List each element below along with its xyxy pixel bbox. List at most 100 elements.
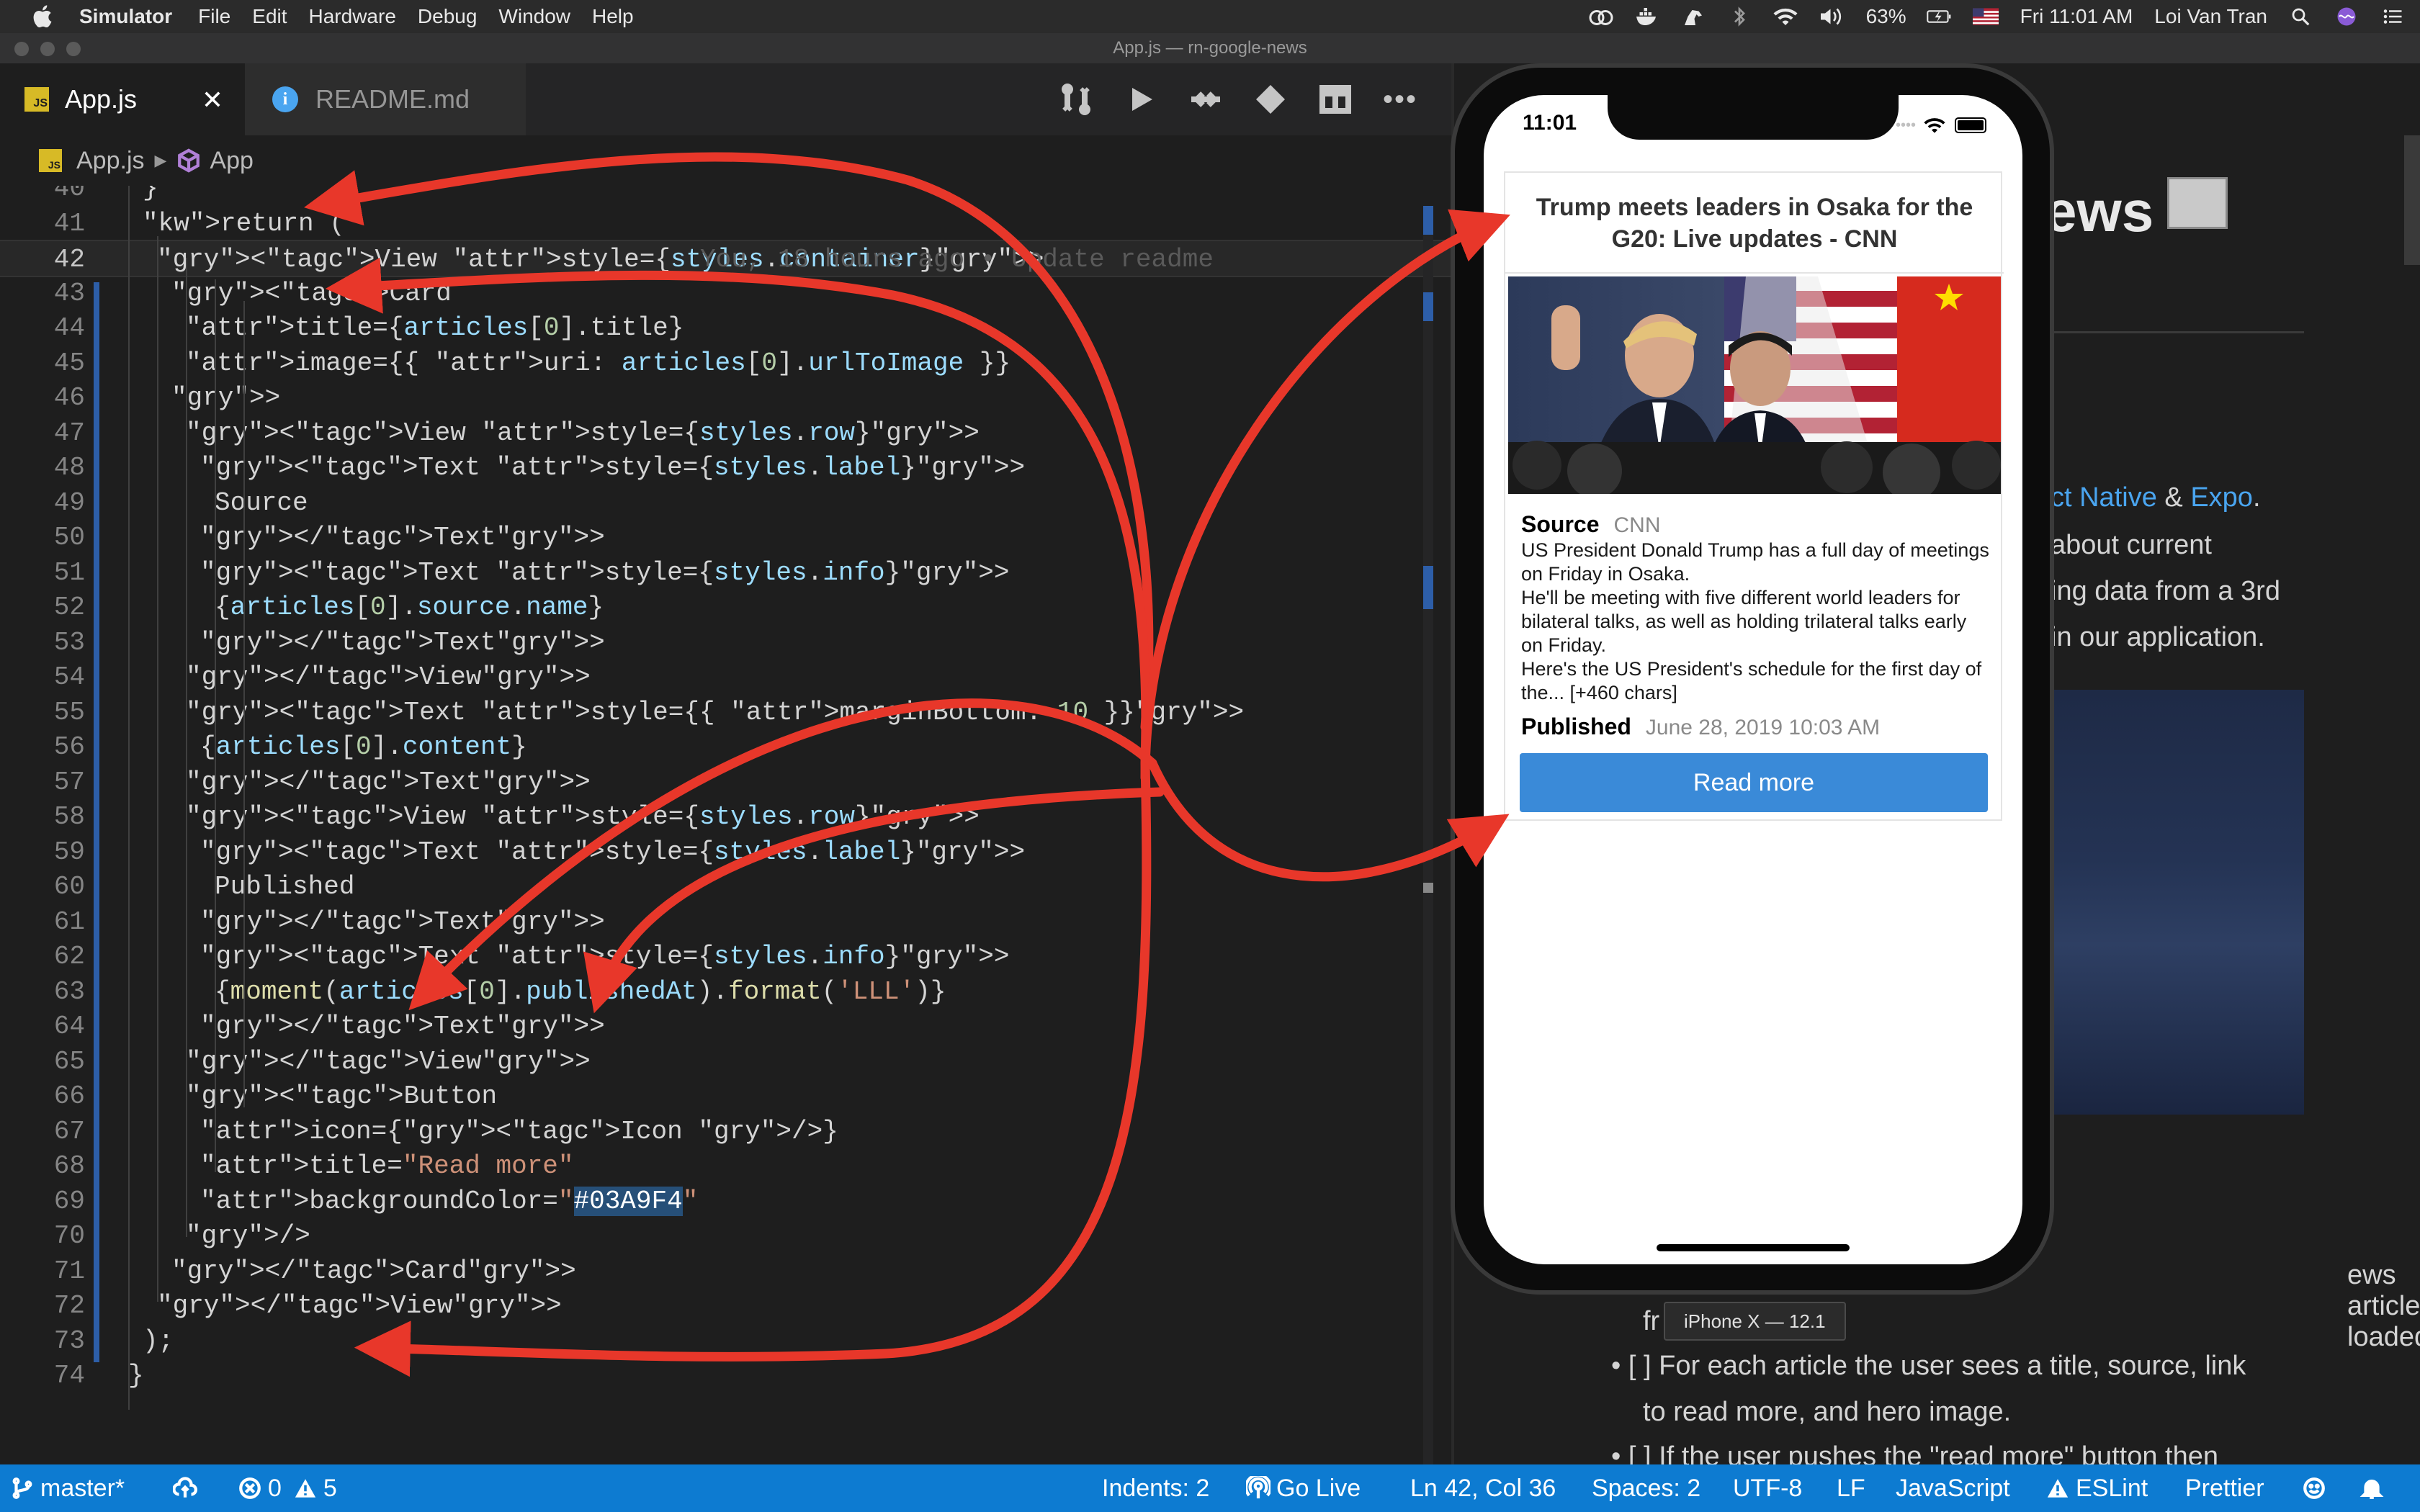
code-line[interactable]: 69 "attr">backgroundColor="#03A9F4": [0, 1183, 1451, 1220]
line-number[interactable]: 63: [0, 973, 85, 1011]
code-line[interactable]: 43 "gry"><"tagc">Card: [0, 275, 1451, 312]
open-changes-icon[interactable]: [1059, 82, 1093, 117]
cursor-position[interactable]: Ln 42, Col 36: [1410, 1464, 1556, 1512]
bluetooth-icon[interactable]: [1726, 6, 1752, 27]
line-number[interactable]: 48: [0, 449, 85, 487]
line-number[interactable]: 46: [0, 379, 85, 417]
line-number[interactable]: 73: [0, 1323, 85, 1360]
us-flag-icon[interactable]: [1972, 6, 1999, 27]
siri-icon[interactable]: [2334, 6, 2360, 27]
code-line[interactable]: 54 "gry"></"tagc">View"gry">>: [0, 659, 1451, 696]
line-number[interactable]: 61: [0, 904, 85, 941]
code-line[interactable]: 46 "gry">>: [0, 379, 1451, 417]
code-line[interactable]: 51 "gry"><"tagc">Text "attr">style={style…: [0, 554, 1451, 592]
overview-ruler[interactable]: [1423, 206, 1433, 1466]
line-number[interactable]: 65: [0, 1043, 85, 1081]
line-number[interactable]: 58: [0, 798, 85, 836]
read-more-button[interactable]: Read more: [1520, 753, 1988, 812]
problems-indicator[interactable]: 0 5: [238, 1464, 337, 1512]
menubar-clock[interactable]: Fri 11:01 AM: [2020, 5, 2133, 28]
line-number[interactable]: 50: [0, 519, 85, 557]
line-number[interactable]: 72: [0, 1287, 85, 1325]
creative-cloud-icon[interactable]: [1588, 6, 1614, 27]
tab-readme[interactable]: i README.md: [245, 63, 526, 135]
line-number[interactable]: 45: [0, 345, 85, 382]
tab-app-js[interactable]: JS App.js ✕: [0, 63, 245, 135]
line-number[interactable]: 43: [0, 275, 85, 312]
close-tab-icon[interactable]: ✕: [202, 85, 223, 115]
line-number[interactable]: 64: [0, 1008, 85, 1045]
volume-icon[interactable]: [1819, 6, 1845, 27]
line-number[interactable]: 52: [0, 589, 85, 626]
code-line[interactable]: 52 {articles[0].source.name}: [0, 589, 1451, 626]
code-line[interactable]: 57 "gry"></"tagc">Text"gry">>: [0, 764, 1451, 801]
split-editor-icon[interactable]: [1318, 82, 1353, 117]
git-lens-icon[interactable]: [1253, 82, 1288, 117]
eslint-status[interactable]: ESLint: [2045, 1464, 2148, 1512]
line-number[interactable]: 59: [0, 834, 85, 871]
zoom-window-button[interactable]: [66, 42, 81, 56]
code-line[interactable]: 65 "gry"></"tagc">View"gry">>: [0, 1043, 1451, 1081]
language-mode[interactable]: JavaScript: [1896, 1464, 2010, 1512]
code-line[interactable]: 61 "gry"></"tagc">Text"gry">>: [0, 904, 1451, 941]
line-number[interactable]: 41: [0, 205, 85, 243]
line-number[interactable]: 53: [0, 624, 85, 662]
line-number[interactable]: 55: [0, 694, 85, 732]
run-icon[interactable]: [1124, 82, 1158, 117]
code-line[interactable]: 50 "gry"></"tagc">Text"gry">>: [0, 519, 1451, 557]
menu-hardware[interactable]: Hardware: [309, 5, 396, 28]
line-number[interactable]: 62: [0, 938, 85, 976]
notifications-button[interactable]: [2360, 1464, 2390, 1512]
react-native-link[interactable]: ct Native: [2051, 482, 2157, 513]
line-number[interactable]: 42: [0, 241, 85, 279]
code-line[interactable]: 41 "kw">return (: [0, 205, 1451, 243]
code-line[interactable]: 44 "attr">title={articles[0].title}: [0, 310, 1451, 347]
code-line[interactable]: 56 {articles[0].content}: [0, 729, 1451, 766]
code-line[interactable]: 64 "gry"></"tagc">Text"gry">>: [0, 1008, 1451, 1045]
code-line[interactable]: 70 "gry">/>: [0, 1218, 1451, 1255]
git-compare-icon[interactable]: [1188, 82, 1223, 117]
menu-help[interactable]: Help: [592, 5, 634, 28]
minimize-window-button[interactable]: [40, 42, 55, 56]
expo-link[interactable]: Expo: [2190, 482, 2253, 513]
line-number[interactable]: 49: [0, 485, 85, 522]
docker-icon[interactable]: [1634, 6, 1660, 27]
menu-file[interactable]: File: [198, 5, 230, 28]
code-line[interactable]: 62 "gry"><"tagc">Text "attr">style={style…: [0, 938, 1451, 976]
menu-edit[interactable]: Edit: [252, 5, 287, 28]
code-line[interactable]: 60 Published: [0, 868, 1451, 906]
code-line[interactable]: 72 "gry"></"tagc">View"gry">>: [0, 1287, 1451, 1325]
line-number[interactable]: 70: [0, 1218, 85, 1255]
code-line[interactable]: 66 "gry"><"tagc">Button: [0, 1078, 1451, 1115]
git-modified-gutter[interactable]: [94, 282, 99, 1362]
breadcrumb-file[interactable]: App.js: [76, 147, 145, 175]
close-window-button[interactable]: [14, 42, 29, 56]
breadcrumb-symbol[interactable]: App: [210, 147, 254, 175]
iphone-screen[interactable]: 11:01 •••• Trump meets leaders in Osaka …: [1484, 95, 2022, 1264]
line-number[interactable]: 60: [0, 868, 85, 906]
notification-center-icon[interactable]: [2380, 6, 2406, 27]
code-line[interactable]: 67 "attr">icon={"gry"><"tagc">Icon "gry">…: [0, 1113, 1451, 1151]
code-line[interactable]: 55 "gry"><"tagc">Text "attr">style={{ "at…: [0, 694, 1451, 732]
apple-logo-icon[interactable]: [29, 2, 58, 31]
feedback-button[interactable]: [2302, 1464, 2332, 1512]
preview-scrollbar[interactable]: [2404, 135, 2420, 265]
menu-app-simulator[interactable]: Simulator: [79, 5, 172, 28]
line-number[interactable]: 40: [0, 186, 85, 207]
menu-window[interactable]: Window: [498, 5, 570, 28]
code-editor[interactable]: 40} 41 "kw">return (42 "gry"><"tagc">View "…: [0, 186, 1451, 1464]
code-line[interactable]: 74}: [0, 1357, 1451, 1395]
more-actions-icon[interactable]: •••: [1383, 84, 1417, 116]
code-line[interactable]: 58 "gry"><"tagc">View "attr">style={style…: [0, 798, 1451, 836]
horse-app-icon[interactable]: [1680, 6, 1706, 27]
code-line[interactable]: 48 "gry"><"tagc">Text "attr">style={style…: [0, 449, 1451, 487]
line-number[interactable]: 47: [0, 415, 85, 452]
sync-button[interactable]: [173, 1464, 203, 1512]
home-indicator[interactable]: [1657, 1244, 1850, 1251]
line-number[interactable]: 67: [0, 1113, 85, 1151]
encoding-setting[interactable]: UTF-8: [1733, 1464, 1802, 1512]
wifi-icon[interactable]: [1773, 6, 1798, 27]
line-number[interactable]: 66: [0, 1078, 85, 1115]
battery-charging-icon[interactable]: [1926, 6, 1953, 27]
eol-setting[interactable]: LF: [1837, 1464, 1865, 1512]
